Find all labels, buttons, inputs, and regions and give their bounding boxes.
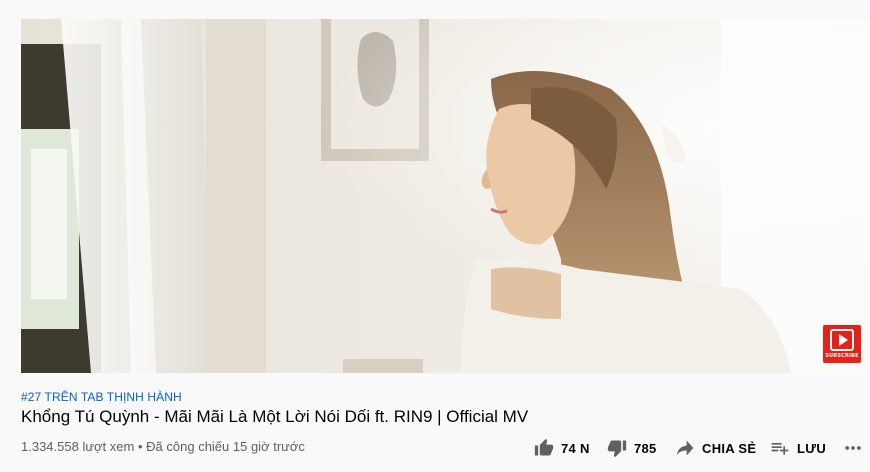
trending-tag-link[interactable]: #27 TRÊN TAB THỊNH HÀNH xyxy=(21,390,182,404)
video-player[interactable]: SUBSCRIBE xyxy=(21,19,870,373)
like-count: 74 N xyxy=(561,440,590,456)
premiere-date: Đã công chiếu 15 giờ trước xyxy=(146,439,305,454)
more-horiz-icon xyxy=(845,446,861,450)
save-label: LƯU xyxy=(797,440,827,456)
subscribe-watermark[interactable]: SUBSCRIBE xyxy=(823,325,861,363)
share-button[interactable]: CHIA SẺ xyxy=(675,436,756,460)
save-button[interactable]: LƯU xyxy=(770,436,826,460)
like-button[interactable]: 74 N xyxy=(534,436,590,460)
meta-separator: • xyxy=(137,439,143,454)
video-frame xyxy=(21,19,870,373)
playlist-add-icon xyxy=(771,443,789,455)
dislike-button[interactable]: 785 xyxy=(607,436,657,460)
subscribe-watermark-label: SUBSCRIBE xyxy=(825,353,859,359)
share-label: CHIA SẺ xyxy=(702,440,757,456)
video-meta: 1.334.558 lượt xem • Đã công chiếu 15 gi… xyxy=(21,439,305,454)
share-icon xyxy=(676,440,694,456)
more-actions-button[interactable] xyxy=(843,436,863,460)
dislike-count: 785 xyxy=(634,440,657,456)
subscribe-play-icon xyxy=(830,329,854,351)
video-title: Khổng Tú Quỳnh - Mãi Mãi Là Một Lời Nói … xyxy=(21,407,529,426)
thumb-down-icon xyxy=(607,440,627,458)
thumb-up-icon xyxy=(534,438,554,456)
view-count: 1.334.558 lượt xem xyxy=(21,439,135,454)
